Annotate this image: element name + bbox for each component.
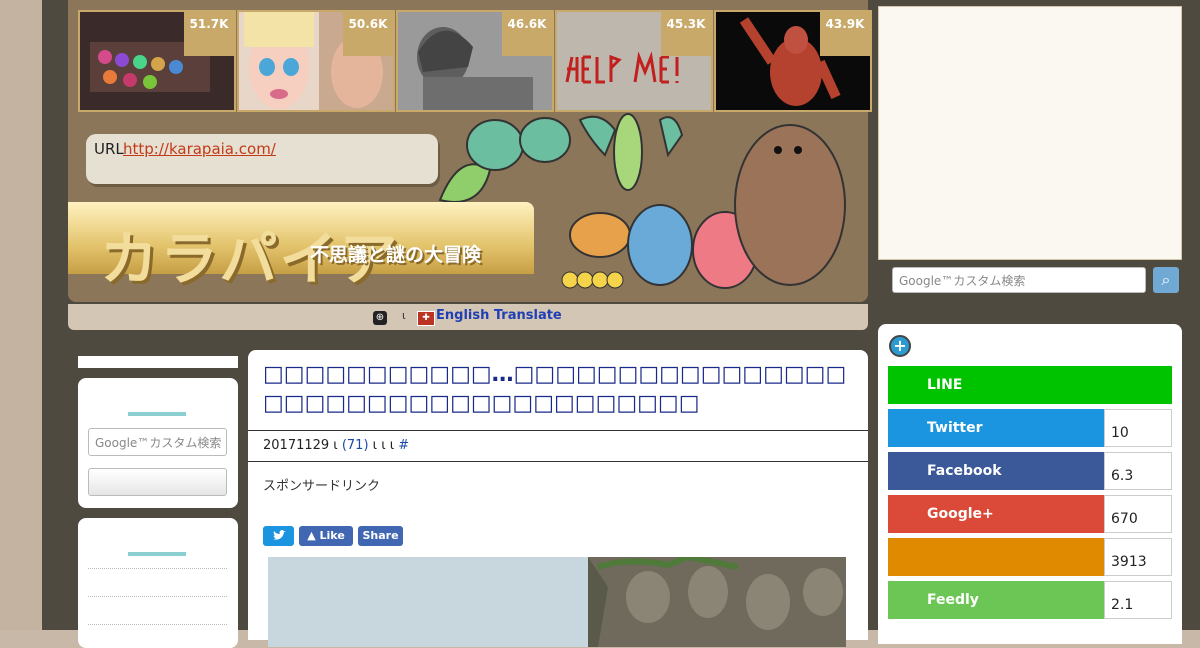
article-meta: 20171129 ι (71) ι ι ι # — [263, 438, 409, 453]
twitter-icon — [272, 530, 286, 540]
translate-separator: ι — [402, 309, 406, 322]
share-count: 3913 — [1104, 538, 1172, 576]
thumbs-up-icon: ▲ — [307, 529, 316, 542]
facebook-share-button[interactable]: Share — [358, 526, 403, 546]
share-button-label[interactable]: Facebook — [888, 452, 1105, 490]
share-count: 2.1 — [1104, 581, 1172, 619]
title-divider — [248, 430, 868, 431]
sponsored-link-label: スポンサードリンク — [263, 479, 381, 494]
uk-flag-icon[interactable]: ✚ — [417, 311, 435, 326]
ad-placeholder — [878, 6, 1182, 260]
list-divider — [88, 596, 227, 597]
left-margin-strip — [0, 0, 42, 630]
share-button-label[interactable]: Twitter — [888, 409, 1105, 447]
thumb-count: 51.7K — [184, 12, 234, 56]
thumb-count: 50.6K — [343, 12, 393, 56]
share-button-label[interactable]: LINE — [888, 366, 1172, 404]
popular-thumbnails: 51.7K 50.6K 46.6K 45.3K 43.9K — [78, 10, 872, 112]
share-count: 10 — [1104, 409, 1172, 447]
meta-divider — [248, 461, 868, 462]
thumb-count: 46.6K — [502, 12, 552, 56]
share-count: 6.3 — [1104, 452, 1172, 490]
article-card: □□□□□□□□□□□…□□□□□□□□□□□□□□□□□□□□□□□□□□□□… — [248, 350, 868, 647]
url-label: URL — [94, 140, 124, 158]
share-button-label[interactable]: Google+ — [888, 495, 1105, 533]
article-title[interactable]: □□□□□□□□□□□…□□□□□□□□□□□□□□□□□□□□□□□□□□□□… — [263, 360, 855, 418]
english-translate-link[interactable]: English Translate — [436, 308, 562, 323]
widget-title-accent — [128, 552, 186, 556]
thumb-count: 45.3K — [661, 12, 711, 56]
share-button-label[interactable]: Feedly — [888, 581, 1105, 619]
url-box: URL http://karapaia.com/ — [86, 134, 438, 184]
thumb-help-me[interactable]: 45.3K — [555, 10, 713, 112]
site-url-link[interactable]: http://karapaia.com/ — [123, 140, 276, 158]
share-row-google[interactable]: Google+ 670 — [888, 495, 1172, 533]
thumb-count: 43.9K — [820, 12, 870, 56]
header-search-input[interactable]: Google™カスタム検索 — [892, 267, 1146, 293]
sidebar-search-input[interactable]: Google™カスタム検索 — [88, 428, 227, 456]
share-row-feedly[interactable]: Feedly 2.1 — [888, 581, 1172, 619]
sidebar-search-button[interactable] — [88, 468, 227, 496]
facebook-like-button[interactable]: ▲ Like — [299, 526, 353, 546]
thumb-anatomy[interactable]: 43.9K — [714, 10, 872, 112]
translate-bar: ⊕ ι ✚ English Translate — [68, 304, 868, 330]
search-icon[interactable]: ⌕ — [1153, 267, 1179, 293]
meta-tail: ι ι ι — [372, 438, 395, 453]
cliff-photo — [268, 557, 846, 647]
permalink-hash[interactable]: # — [398, 438, 409, 453]
share-row-bookmark[interactable]: 3913 — [888, 538, 1172, 576]
twitter-bird-icon[interactable] — [263, 526, 294, 546]
share-count: 670 — [1104, 495, 1172, 533]
comment-count-link[interactable]: (71) — [342, 438, 369, 453]
widget-title-accent — [128, 412, 186, 416]
left-search-widget: Google™カスタム検索 — [78, 378, 238, 508]
share-row-facebook[interactable]: Facebook 6.3 — [888, 452, 1172, 490]
site-tagline: 不思議と謎の大冒険 — [310, 244, 482, 266]
thumb-eyeshadow[interactable]: 51.7K — [78, 10, 236, 112]
like-label: Like — [319, 529, 345, 542]
plus-icon[interactable]: + — [889, 335, 911, 357]
globe-icon[interactable]: ⊕ — [373, 311, 387, 325]
left-top-bar — [78, 356, 238, 368]
thumb-dolls[interactable]: 50.6K — [237, 10, 395, 112]
list-divider — [88, 568, 227, 569]
list-divider — [88, 624, 227, 625]
share-row-twitter[interactable]: Twitter 10 — [888, 409, 1172, 447]
share-button-label[interactable] — [888, 538, 1105, 576]
share-row-line[interactable]: LINE — [888, 366, 1172, 404]
left-list-widget — [78, 518, 238, 648]
thumb-spartan[interactable]: 46.6K — [396, 10, 554, 112]
post-date: 20171129 ι — [263, 438, 338, 453]
article-photo — [268, 557, 846, 647]
